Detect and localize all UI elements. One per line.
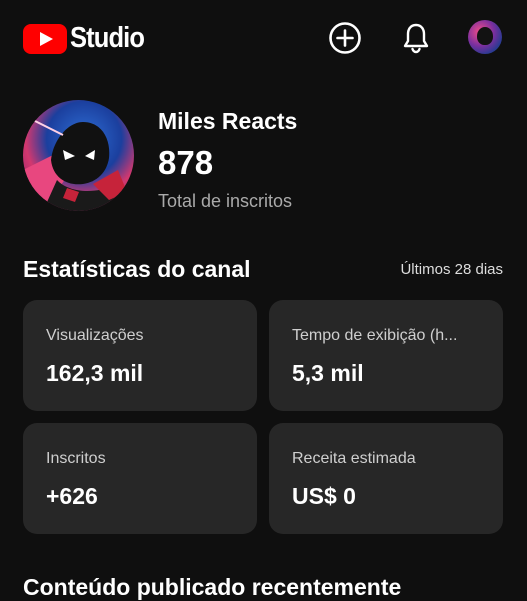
stat-label: Inscritos <box>46 450 106 467</box>
subscriber-count: 878 <box>158 144 214 181</box>
create-icon <box>329 22 361 54</box>
stat-label: Visualizações <box>46 327 144 344</box>
stat-value: US$ 0 <box>292 483 356 509</box>
stat-card-revenue[interactable]: Receita estimada US$ 0 <box>269 423 503 534</box>
channel-summary: Miles Reacts 878 Total de inscritos <box>23 100 503 215</box>
stat-card-watch-time[interactable]: Tempo de exibição (h... 5,3 mil <box>269 300 503 411</box>
account-avatar[interactable] <box>468 20 502 54</box>
stat-value: +626 <box>46 483 98 509</box>
studio-wordmark: Studio <box>70 22 145 54</box>
stat-card-views[interactable]: Visualizações 162,3 mil <box>23 300 257 411</box>
youtube-studio-logo[interactable]: Studio <box>23 22 154 55</box>
top-app-bar: Studio <box>0 0 527 76</box>
section-title: Estatísticas do canal <box>23 256 251 282</box>
stat-label: Receita estimada <box>292 450 416 467</box>
youtube-play-icon <box>23 23 67 54</box>
stat-value: 162,3 mil <box>46 360 144 386</box>
stats-period: Últimos 28 dias <box>400 261 503 278</box>
bell-icon <box>403 23 429 54</box>
account-avatar-figure <box>477 27 493 45</box>
notifications-button[interactable] <box>396 18 436 58</box>
channel-stats-header: Estatísticas do canal Últimos 28 dias <box>23 256 503 288</box>
recent-content-title: Conteúdo publicado recentemente <box>23 574 402 600</box>
create-button[interactable] <box>325 18 365 58</box>
channel-avatar[interactable] <box>23 100 134 211</box>
channel-name: Miles Reacts <box>158 108 298 134</box>
stat-label: Tempo de exibição (h... <box>292 327 458 344</box>
stat-value: 5,3 mil <box>292 360 364 386</box>
stat-card-subscribers[interactable]: Inscritos +626 <box>23 423 257 534</box>
subscriber-label: Total de inscritos <box>158 191 293 211</box>
channel-avatar-image <box>23 100 134 211</box>
